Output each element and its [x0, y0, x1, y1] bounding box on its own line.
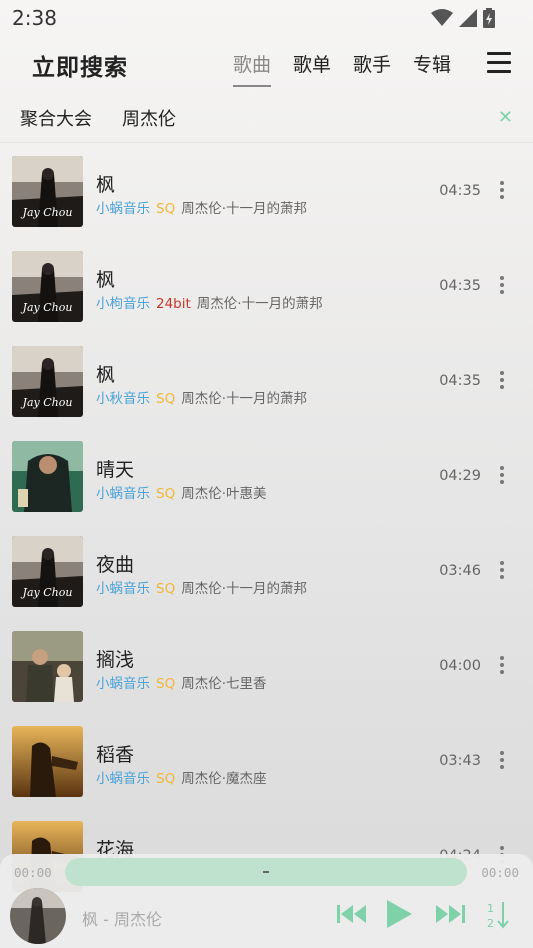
- now-playing-title: 枫 - 周杰伦: [82, 910, 162, 929]
- song-meta: 小蜗音乐 SQ 周杰伦·十一月的萧邦: [96, 577, 307, 597]
- cover-text: Jay Chou: [22, 586, 73, 599]
- song-duration: 03:43: [439, 753, 481, 769]
- total-time: 00:00: [481, 865, 519, 880]
- artist-album: 周杰伦·十一月的萧邦: [196, 296, 323, 312]
- signal-icon: [459, 9, 477, 27]
- progress-slider[interactable]: [65, 858, 467, 886]
- tab-playlists[interactable]: 歌单: [293, 50, 331, 83]
- cover-text: Jay Chou: [22, 301, 73, 314]
- more-options-icon[interactable]: [497, 276, 507, 296]
- app-header: 立即搜索 歌曲 歌单 歌手 专辑: [0, 40, 533, 90]
- play-order-icon[interactable]: 12: [486, 900, 512, 930]
- artist-album: 周杰伦·魔杰座: [181, 771, 267, 787]
- source-label: 小蜗音乐: [96, 581, 150, 597]
- song-meta: 小蜗音乐 SQ 周杰伦·魔杰座: [96, 767, 267, 787]
- progress-thumb[interactable]: [263, 871, 269, 873]
- svg-text:2: 2: [487, 917, 494, 930]
- svg-text:1: 1: [487, 902, 494, 915]
- song-duration: 04:00: [439, 658, 481, 674]
- song-meta: 小秋音乐 SQ 周杰伦·十一月的萧邦: [96, 387, 307, 407]
- tab-songs[interactable]: 歌曲: [233, 50, 272, 87]
- song-row[interactable]: Jay Chou 夜曲 小蜗音乐 SQ 周杰伦·十一月的萧邦 03:46: [0, 527, 533, 622]
- source-label: 小蜗音乐: [96, 771, 150, 787]
- song-duration: 03:46: [439, 563, 481, 579]
- more-options-icon[interactable]: [497, 561, 507, 581]
- more-options-icon[interactable]: [497, 181, 507, 201]
- more-options-icon[interactable]: [497, 466, 507, 486]
- song-title: 枫: [96, 174, 116, 196]
- song-list: Jay Chou 枫 小蜗音乐 SQ 周杰伦·十一月的萧邦 04:35 Jay Ch…: [0, 147, 533, 907]
- song-duration: 04:35: [439, 278, 481, 294]
- search-type-tabs: 歌曲 歌单 歌手 专辑: [233, 50, 451, 87]
- song-duration: 04:35: [439, 183, 481, 199]
- status-time: 2:38: [12, 6, 57, 30]
- song-title: 晴天: [96, 459, 135, 481]
- battery-icon: [483, 8, 495, 28]
- quality-badge: SQ: [156, 486, 176, 502]
- album-cover: Jay Chou: [12, 156, 83, 227]
- elapsed-time: 00:00: [14, 865, 52, 880]
- keyword-chip[interactable]: 周杰伦: [122, 105, 176, 131]
- quality-badge: SQ: [156, 676, 176, 692]
- artist-album: 周杰伦·十一月的萧邦: [181, 201, 307, 217]
- song-title: 枫: [96, 269, 116, 291]
- song-row[interactable]: Jay Chou 枫 小秋音乐 SQ 周杰伦·十一月的萧邦 04:35: [0, 337, 533, 432]
- song-row[interactable]: Jay Chou 枫 小枸音乐 24bit 周杰伦·十一月的萧邦 04:35: [0, 242, 533, 337]
- source-label: 小枸音乐: [96, 296, 150, 312]
- album-cover: [12, 726, 83, 797]
- song-row[interactable]: 晴天 小蜗音乐 SQ 周杰伦·叶惠美 04:29: [0, 432, 533, 527]
- album-cover: [12, 441, 83, 512]
- previous-icon[interactable]: [336, 902, 368, 926]
- song-title: 夜曲: [96, 554, 135, 576]
- more-options-icon[interactable]: [497, 656, 507, 676]
- status-bar: 2:38: [0, 0, 533, 36]
- status-icons: [431, 8, 495, 28]
- album-cover: Jay Chou: [12, 251, 83, 322]
- song-title: 搁浅: [96, 649, 135, 671]
- close-icon[interactable]: ✕: [498, 107, 513, 128]
- hamburger-menu-icon[interactable]: [487, 52, 511, 73]
- source-label: 小秋音乐: [96, 391, 150, 407]
- source-label: 小蜗音乐: [96, 676, 150, 692]
- song-meta: 小蜗音乐 SQ 周杰伦·叶惠美: [96, 482, 267, 502]
- song-duration: 04:35: [439, 373, 481, 389]
- now-playing-cover[interactable]: [10, 888, 66, 944]
- song-meta: 小枸音乐 24bit 周杰伦·十一月的萧邦: [96, 292, 323, 312]
- mini-player: 00:00 00:00 枫 - 周杰伦 12: [0, 854, 533, 948]
- more-options-icon[interactable]: [497, 371, 507, 391]
- album-cover: Jay Chou: [12, 346, 83, 417]
- quality-badge: SQ: [156, 201, 176, 217]
- tab-albums[interactable]: 专辑: [413, 50, 451, 83]
- song-row[interactable]: 搁浅 小蜗音乐 SQ 周杰伦·七里香 04:00: [0, 622, 533, 717]
- source-label: 小蜗音乐: [96, 201, 150, 217]
- source-chip[interactable]: 聚合大会: [20, 105, 92, 131]
- artist-album: 周杰伦·十一月的萧邦: [181, 581, 307, 597]
- search-filter-bar: 聚合大会 周杰伦 ✕: [0, 98, 533, 143]
- page-title: 立即搜索: [32, 55, 128, 81]
- cover-text: Jay Chou: [22, 396, 73, 409]
- song-duration: 04:29: [439, 468, 481, 484]
- wifi-icon: [431, 9, 453, 26]
- album-cover: [12, 631, 83, 702]
- artist-album: 周杰伦·叶惠美: [181, 486, 267, 502]
- quality-badge: SQ: [156, 391, 176, 407]
- song-row[interactable]: Jay Chou 枫 小蜗音乐 SQ 周杰伦·十一月的萧邦 04:35: [0, 147, 533, 242]
- song-meta: 小蜗音乐 SQ 周杰伦·十一月的萧邦: [96, 197, 307, 217]
- cover-text: Jay Chou: [22, 206, 73, 219]
- more-options-icon[interactable]: [497, 751, 507, 771]
- song-title: 稻香: [96, 744, 135, 766]
- artist-album: 周杰伦·十一月的萧邦: [181, 391, 307, 407]
- play-icon[interactable]: [384, 898, 414, 930]
- artist-album: 周杰伦·七里香: [181, 676, 267, 692]
- song-meta: 小蜗音乐 SQ 周杰伦·七里香: [96, 672, 267, 692]
- song-title: 枫: [96, 364, 116, 386]
- quality-badge: 24bit: [156, 296, 191, 312]
- song-row[interactable]: 稻香 小蜗音乐 SQ 周杰伦·魔杰座 03:43: [0, 717, 533, 812]
- quality-badge: SQ: [156, 771, 176, 787]
- quality-badge: SQ: [156, 581, 176, 597]
- source-label: 小蜗音乐: [96, 486, 150, 502]
- tab-artists[interactable]: 歌手: [353, 50, 391, 83]
- album-cover: Jay Chou: [12, 536, 83, 607]
- next-icon[interactable]: [434, 902, 466, 926]
